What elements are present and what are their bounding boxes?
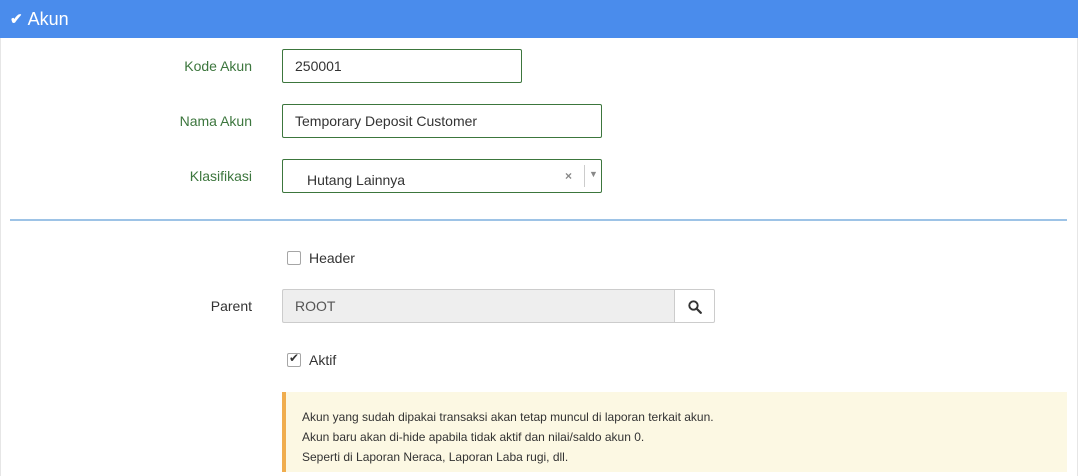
kode-akun-input[interactable]	[282, 49, 522, 83]
klasifikasi-label: Klasifikasi	[189, 168, 252, 184]
aktif-checkbox-label: Aktif	[309, 352, 337, 368]
section-divider	[10, 219, 1067, 221]
left-edge	[0, 38, 1, 476]
checkmark-icon: ✔	[289, 351, 300, 365]
header-checkbox-label: Header	[309, 250, 355, 266]
nama-akun-label: Nama Akun	[179, 113, 252, 129]
aktif-checkbox[interactable]: ✔	[287, 351, 301, 367]
nama-akun-input[interactable]	[282, 104, 602, 138]
note-line: Akun baru akan di-hide apabila tidak akt…	[302, 430, 645, 444]
panel-title: Akun	[27, 8, 69, 29]
klasifikasi-select[interactable]: Hutang Lainnya × ▼	[282, 159, 602, 193]
panel-header: ✔ Akun	[0, 0, 1078, 38]
kode-akun-label: Kode Akun	[184, 58, 252, 74]
check-icon: ✔	[10, 11, 23, 28]
parent-input: ROOT	[282, 289, 674, 323]
klasifikasi-selected-value: Hutang Lainnya	[307, 172, 406, 188]
clear-icon[interactable]: ×	[565, 169, 572, 183]
chevron-down-icon[interactable]: ▼	[589, 169, 598, 179]
info-note: Akun yang sudah dipakai transaksi akan t…	[282, 392, 1067, 472]
note-line: Seperti di Laporan Neraca, Laporan Laba …	[302, 450, 569, 464]
select-separator	[584, 165, 585, 187]
parent-label: Parent	[210, 298, 252, 314]
header-checkbox[interactable]	[287, 251, 301, 265]
parent-search-button[interactable]	[674, 289, 715, 323]
note-line: Akun yang sudah dipakai transaksi akan t…	[302, 410, 714, 424]
search-icon	[688, 300, 702, 314]
